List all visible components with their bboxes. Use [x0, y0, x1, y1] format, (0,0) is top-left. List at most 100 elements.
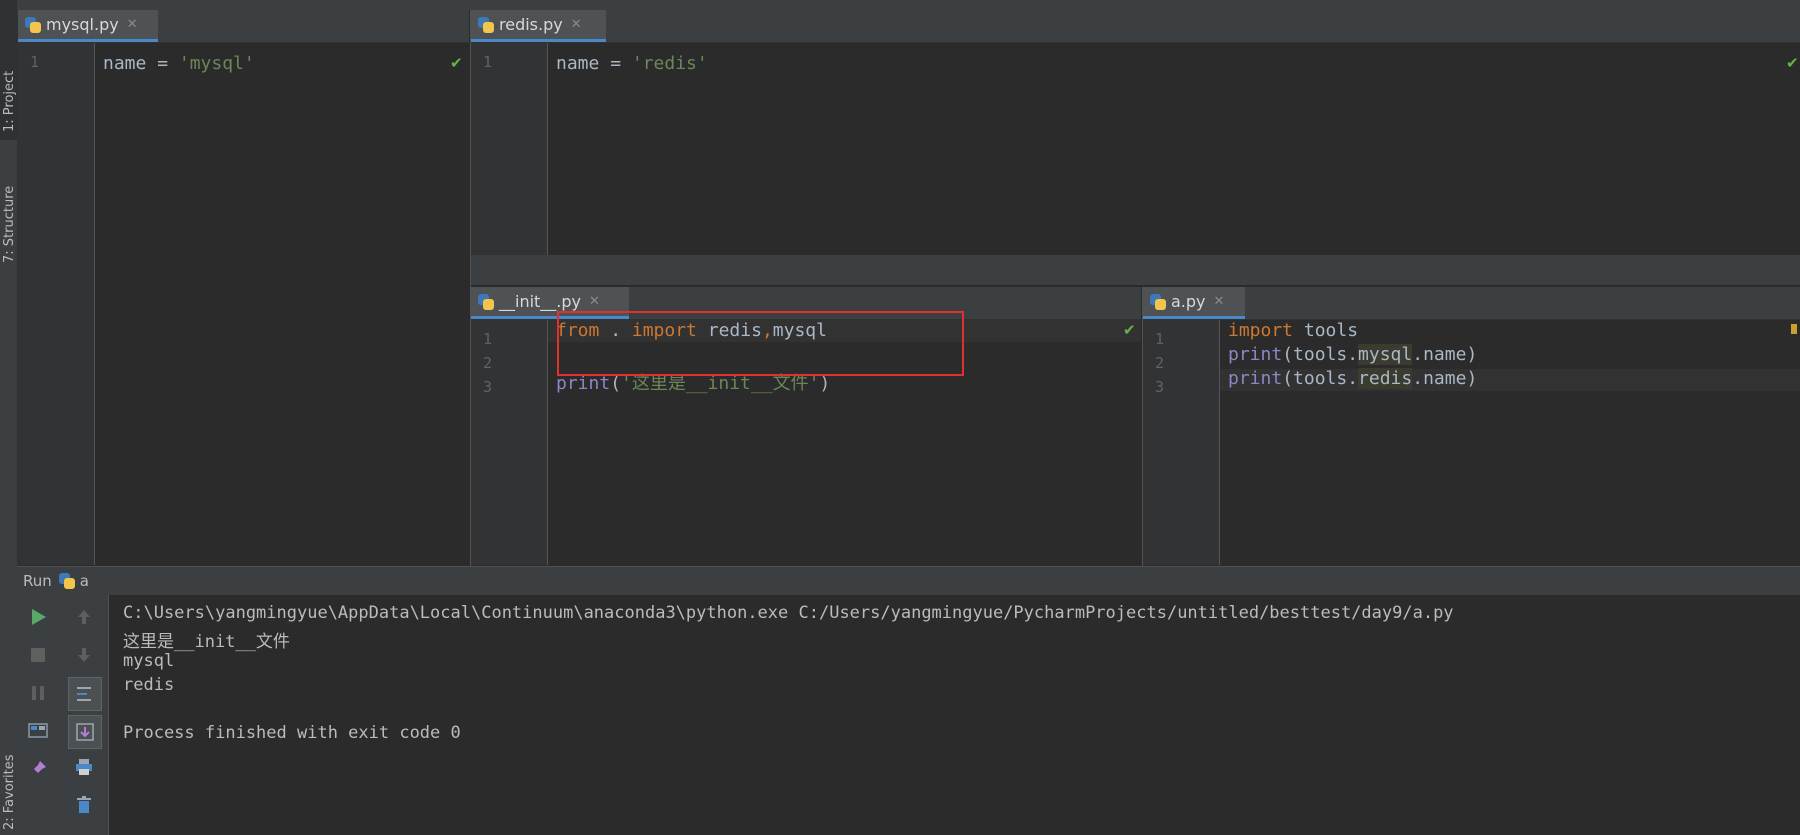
tool-tab-structure-label: 7: Structure	[2, 185, 17, 263]
close-icon[interactable]: ✕	[589, 294, 600, 309]
code-line-2[interactable]: print(tools.mysql.name)	[1228, 344, 1477, 365]
scroll-to-end-icon[interactable]	[68, 715, 102, 749]
code-line-1[interactable]: import tools	[1228, 320, 1358, 341]
close-icon[interactable]: ✕	[571, 17, 582, 32]
arrow-up-icon[interactable]	[70, 603, 98, 631]
line-gutter: 1	[18, 43, 95, 565]
editor-pane-a[interactable]: a.py ✕ 1 2 3 import tools print(tools.my…	[1143, 287, 1800, 565]
line-gutter: 1 2 3	[1143, 320, 1220, 565]
pane-separator	[471, 255, 1800, 285]
code-token: mysql	[1358, 344, 1413, 365]
tool-tab-structure[interactable]: 7: Structure	[0, 155, 17, 275]
editor-pane-redis[interactable]: redis.py ✕ 1 name = 'redis' ✔	[471, 10, 1800, 255]
python-file-icon	[477, 293, 495, 311]
editor-tabbar: redis.py ✕	[471, 10, 1800, 43]
line-number: 3	[1155, 378, 1165, 396]
code-token: .	[1412, 344, 1424, 365]
console-line: 这里是__init__文件	[123, 632, 290, 652]
code-token: name	[103, 53, 147, 74]
code-token: =	[146, 53, 179, 74]
analysis-ok-icon: ✔	[1786, 54, 1799, 72]
console-line: Process finished with exit code 0	[123, 723, 461, 743]
python-file-icon	[1149, 293, 1167, 311]
line-number: 1	[483, 330, 493, 348]
run-panel-header: Run a	[17, 566, 1800, 595]
tab-label: redis.py	[499, 15, 563, 34]
code-token: )	[819, 373, 831, 394]
vertical-divider[interactable]	[470, 10, 471, 566]
editor-pane-mysql[interactable]: mysql.py ✕ 1 name = 'mysql' ✔	[18, 10, 469, 565]
vertical-divider[interactable]	[1142, 287, 1143, 566]
close-icon[interactable]: ✕	[1214, 294, 1225, 309]
line-gutter: 1	[471, 43, 548, 255]
code-token: tools	[1293, 320, 1359, 341]
tool-tab-favorites-label: 2: Favorites	[2, 754, 17, 830]
top-stripe	[17, 0, 1800, 10]
python-file-icon	[477, 16, 495, 34]
tool-tab-project-label: 1: Project	[2, 70, 17, 132]
code-token: (tools.	[1282, 368, 1359, 389]
line-number: 1	[1155, 330, 1165, 348]
analysis-ok-icon: ✔	[1123, 321, 1136, 339]
code-string: 'mysql'	[178, 53, 255, 74]
editor-tabbar: mysql.py ✕	[18, 10, 469, 43]
code-builtin: print	[1228, 368, 1283, 389]
close-icon[interactable]: ✕	[127, 17, 138, 32]
code-token: name	[556, 53, 600, 74]
code-token: name	[1423, 368, 1467, 389]
editor-tab-mysql[interactable]: mysql.py ✕	[18, 10, 158, 42]
tool-tab-project[interactable]: 1: Project	[0, 0, 17, 140]
soft-wrap-icon[interactable]	[68, 677, 102, 711]
code-token: redis	[1358, 368, 1413, 389]
python-file-icon	[24, 16, 42, 34]
tab-label: mysql.py	[46, 15, 119, 34]
run-panel-title: Run	[23, 572, 52, 590]
warning-marker[interactable]	[1791, 324, 1797, 334]
code-string: 'redis'	[631, 53, 708, 74]
code-builtin: print	[1228, 344, 1283, 365]
annotation-highlight-box	[557, 311, 964, 376]
line-number: 1	[30, 53, 40, 71]
line-number: 1	[483, 53, 493, 71]
tab-label: __init__.py	[499, 292, 582, 311]
editor-tab-a[interactable]: a.py ✕	[1143, 287, 1245, 319]
code-token: )	[1466, 344, 1478, 365]
code-line-1[interactable]: name = 'mysql'	[103, 53, 255, 74]
code-keyword: import	[1228, 320, 1294, 341]
run-config-tab[interactable]: a	[80, 572, 89, 590]
layout-icon[interactable]	[24, 717, 52, 745]
editor-tabbar: a.py ✕	[1143, 287, 1800, 320]
left-tool-stripe: 1: Project 7: Structure 2: Favorites	[0, 0, 18, 835]
line-number: 2	[483, 354, 493, 372]
stop-icon[interactable]	[24, 641, 52, 669]
code-token: .	[1412, 368, 1424, 389]
pin-icon[interactable]	[24, 755, 52, 783]
code-line-1[interactable]: name = 'redis'	[556, 53, 708, 74]
trash-icon[interactable]	[70, 791, 98, 819]
console-line: C:\Users\yangmingyue\AppData\Local\Conti…	[123, 603, 1454, 623]
python-run-config-icon	[58, 572, 76, 590]
tab-label: a.py	[1171, 292, 1206, 311]
code-builtin: print	[556, 373, 611, 394]
analysis-ok-icon: ✔	[450, 54, 463, 72]
console-line: mysql	[123, 651, 175, 671]
tool-tab-favorites[interactable]: 2: Favorites	[0, 720, 17, 835]
code-string: '这里是__init__文件'	[621, 373, 820, 394]
pause-icon[interactable]	[24, 679, 52, 707]
code-token: (	[610, 373, 622, 394]
code-token: )	[1466, 368, 1478, 389]
line-number: 2	[1155, 354, 1165, 372]
code-line-3[interactable]: print(tools.redis.name)	[1228, 368, 1477, 389]
play-icon[interactable]	[24, 603, 52, 631]
arrow-down-icon[interactable]	[70, 641, 98, 669]
code-token: name	[1423, 344, 1467, 365]
editor-tab-redis[interactable]: redis.py ✕	[471, 10, 606, 42]
code-token: (tools.	[1282, 344, 1359, 365]
print-icon[interactable]	[70, 753, 98, 781]
console-line: redis	[123, 675, 175, 695]
run-toolbar	[17, 595, 109, 835]
line-gutter: 1 2 3	[471, 320, 548, 565]
line-number: 3	[483, 378, 493, 396]
console-output[interactable]: C:\Users\yangmingyue\AppData\Local\Conti…	[109, 595, 1800, 835]
code-token: =	[599, 53, 632, 74]
